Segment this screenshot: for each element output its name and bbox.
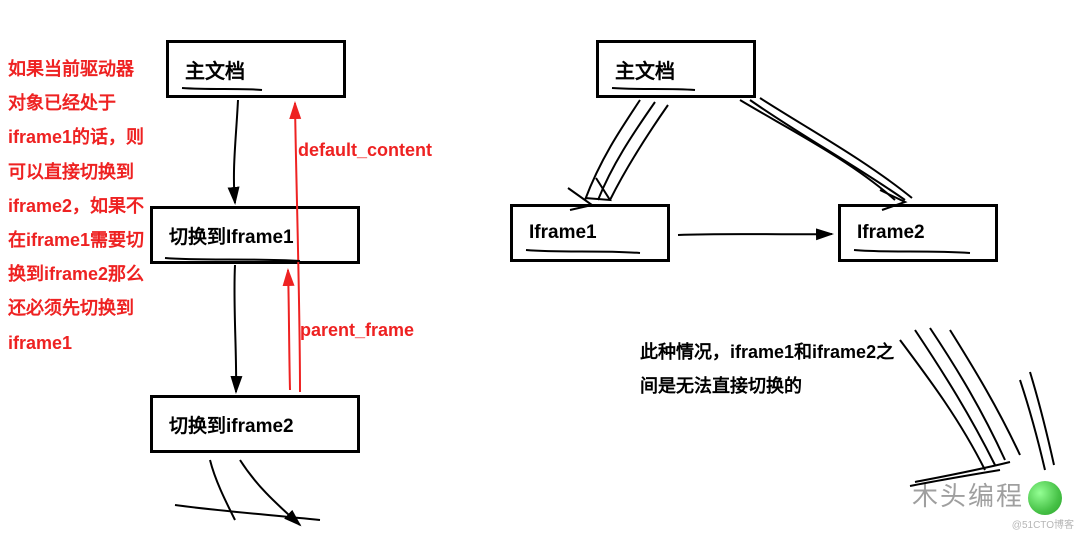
right-note-text: 此种情况，iframe1和iframe2之间是无法直接切换的: [640, 335, 900, 403]
watermark-text: 木头编程: [912, 476, 1024, 513]
watermark-site: @51CTO博客: [1012, 516, 1074, 531]
right-iframe1-label: Iframe1: [529, 222, 597, 244]
left-iframe2-label: 切换到iframe2: [169, 411, 294, 438]
left-main-doc-box: 主文档: [166, 40, 346, 98]
left-note-text: 如果当前驱动器对象已经处于iframe1的话，则可以直接切换到iframe2，如…: [8, 52, 148, 360]
left-iframe1-label: 切换到Iframe1: [169, 222, 294, 249]
parent-frame-label: parent_frame: [300, 320, 414, 341]
right-main-doc-label: 主文档: [615, 55, 675, 84]
left-iframe2-box: 切换到iframe2: [150, 395, 360, 453]
right-main-doc-box: 主文档: [596, 40, 756, 98]
right-iframe2-box: Iframe2: [838, 204, 998, 262]
default-content-label: default_content: [298, 140, 432, 161]
left-iframe1-box: 切换到Iframe1: [150, 206, 360, 264]
left-main-doc-label: 主文档: [185, 55, 245, 84]
watermark-logo-icon: [1028, 481, 1062, 515]
right-iframe1-box: Iframe1: [510, 204, 670, 262]
right-iframe2-label: Iframe2: [857, 222, 925, 244]
diagram-svg-layer: [0, 0, 1080, 535]
